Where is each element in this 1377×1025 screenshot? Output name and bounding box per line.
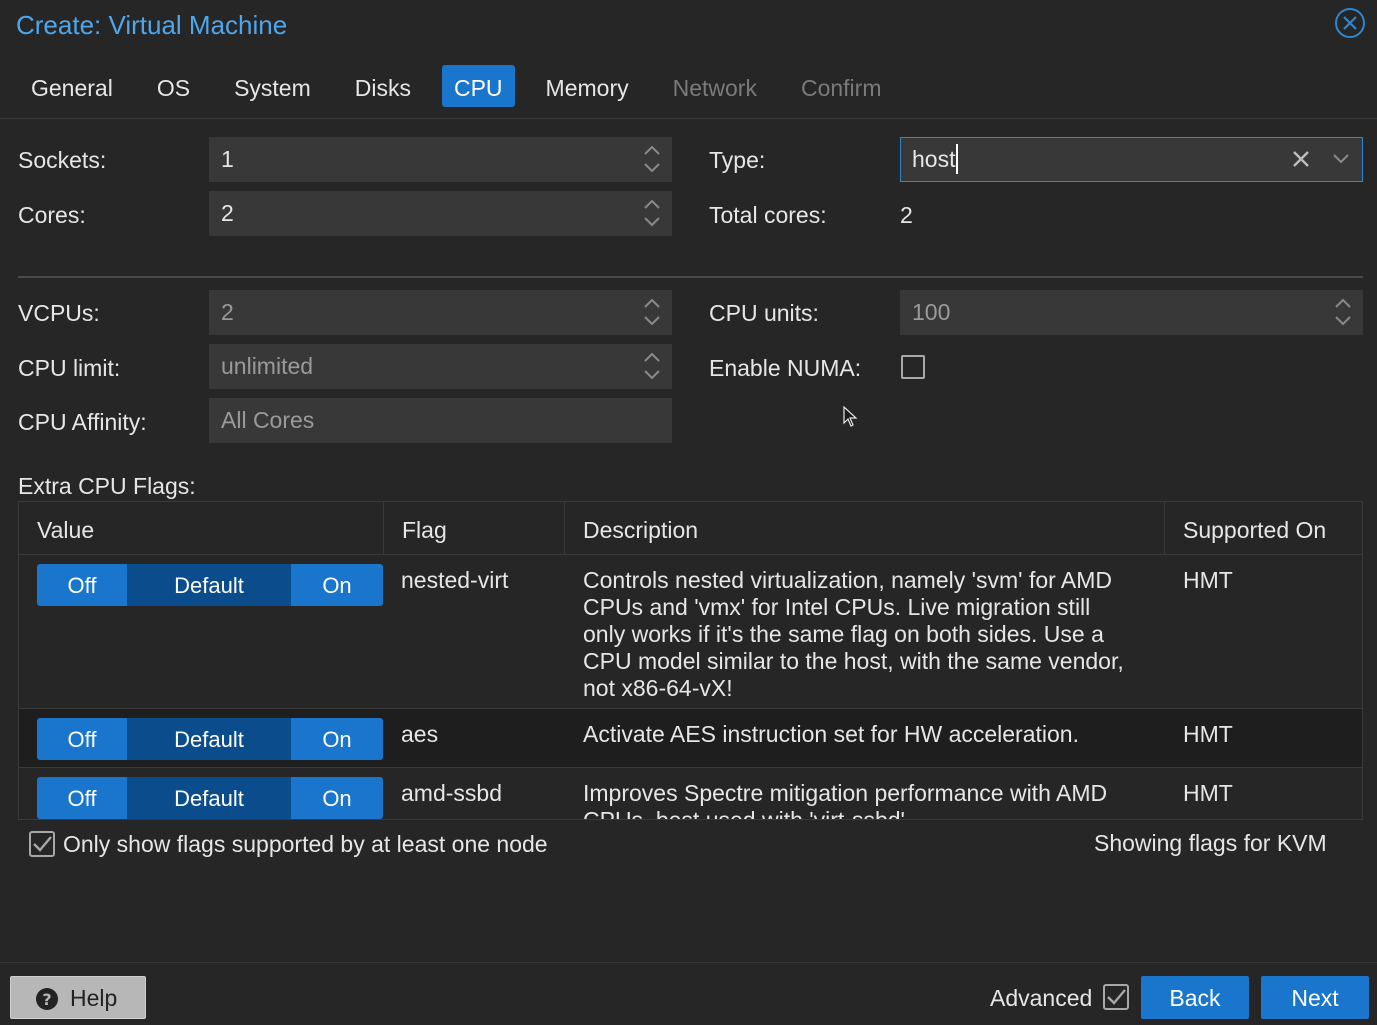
description-line: Activate AES instruction set for HW acce…	[583, 721, 1079, 747]
affinity-label: CPU Affinity:	[18, 409, 147, 435]
next-button[interactable]: Next	[1261, 976, 1369, 1019]
column-header-supported-on[interactable]: Supported On	[1164, 502, 1362, 555]
tab-network: Network	[672, 75, 757, 101]
toggle-off-button[interactable]: Off	[37, 718, 127, 760]
flag-name: aes	[401, 721, 439, 747]
spinner-icon[interactable]	[642, 349, 662, 383]
spinner-icon[interactable]	[642, 196, 662, 230]
dialog-title: Create: Virtual Machine	[16, 10, 288, 40]
text-caret	[956, 143, 959, 174]
cpu-flags-grid: Value Flag Description Supported On Off …	[18, 501, 1363, 820]
extra-flags-label: Extra CPU Flags:	[18, 473, 196, 499]
vcpus-input[interactable]: 2	[209, 290, 672, 335]
cpu-units-label: CPU units:	[709, 300, 819, 326]
flag-supported-on: HMT	[1183, 567, 1233, 593]
description-line: only works if it's the same flag on both…	[583, 621, 1104, 647]
flag-name: amd-ssbd	[401, 780, 502, 806]
tab-memory[interactable]: Memory	[533, 65, 642, 107]
question-circle-icon: ?	[36, 988, 58, 1010]
cpu-limit-input[interactable]: unlimited	[209, 344, 672, 389]
tab-bar: General OS System Disks CPU Memory Netwo…	[18, 65, 912, 107]
clear-icon[interactable]	[1291, 149, 1311, 169]
tab-system[interactable]: System	[221, 65, 324, 107]
total-cores-value: 2	[900, 202, 913, 228]
tab-disks[interactable]: Disks	[342, 65, 424, 107]
mouse-cursor-icon	[843, 406, 858, 427]
sockets-label: Sockets:	[18, 147, 107, 173]
flag-name: nested-virt	[401, 567, 509, 593]
affinity-input[interactable]: All Cores	[209, 398, 672, 443]
cores-value: 2	[221, 200, 234, 226]
flag-description: Controls nested virtualization, namely '…	[583, 567, 1163, 702]
help-button[interactable]: ? Help	[10, 976, 146, 1019]
toggle-on-button[interactable]: On	[291, 718, 383, 760]
advanced-checkbox[interactable]	[1103, 984, 1129, 1010]
description-line: Improves Spectre mitigation performance …	[583, 780, 1108, 806]
vcpus-value: 2	[221, 299, 234, 325]
spinner-icon[interactable]	[642, 142, 662, 176]
description-line: Controls nested virtualization, namely '…	[583, 567, 1113, 593]
only-supported-checkbox[interactable]	[29, 831, 55, 857]
flag-value-toggle: Off Default On	[37, 777, 383, 819]
only-supported-label[interactable]: Only show flags supported by at least on…	[63, 831, 548, 858]
toggle-on-button[interactable]: On	[291, 564, 383, 606]
grid-header: Value Flag Description Supported On	[19, 502, 1362, 555]
toggle-default-button[interactable]: Default	[127, 564, 291, 606]
description-line: CPU model similar to the host, with the …	[583, 648, 1124, 674]
vcpus-label: VCPUs:	[18, 300, 100, 326]
tab-cpu[interactable]: CPU	[441, 65, 515, 107]
sockets-value: 1	[221, 146, 234, 172]
cpu-limit-value: unlimited	[221, 353, 314, 379]
chevron-down-icon[interactable]	[1332, 153, 1350, 165]
tab-os[interactable]: OS	[144, 65, 203, 107]
toggle-off-button[interactable]: Off	[37, 777, 127, 819]
tab-divider	[0, 118, 1377, 119]
tab-confirm: Confirm	[800, 75, 882, 101]
cpu-type-combobox[interactable]: host	[900, 137, 1363, 182]
column-header-description[interactable]: Description	[564, 502, 1164, 555]
back-button[interactable]: Back	[1141, 976, 1249, 1019]
flag-description: Improves Spectre mitigation performance …	[583, 780, 1163, 820]
toggle-off-button[interactable]: Off	[37, 564, 127, 606]
column-header-flag[interactable]: Flag	[383, 502, 564, 555]
flag-supported-on: HMT	[1183, 780, 1233, 806]
column-header-value[interactable]: Value	[19, 502, 383, 555]
cpu-limit-label: CPU limit:	[18, 355, 121, 381]
help-label: Help	[70, 985, 118, 1011]
close-icon	[1343, 16, 1357, 30]
flag-value-toggle: Off Default On	[37, 564, 383, 606]
cpu-type-value: host	[912, 146, 956, 172]
toggle-default-button[interactable]: Default	[127, 777, 291, 819]
flag-value-toggle: Off Default On	[37, 718, 383, 760]
cpu-units-value: 100	[912, 299, 951, 325]
table-row: Off Default On nested-virt Controls nest…	[19, 555, 1362, 709]
cores-input[interactable]: 2	[209, 191, 672, 236]
cpu-units-input[interactable]: 100	[900, 290, 1363, 335]
flag-description: Activate AES instruction set for HW acce…	[583, 721, 1163, 748]
total-cores-label: Total cores:	[709, 202, 827, 228]
tab-general[interactable]: General	[18, 65, 126, 107]
affinity-placeholder: All Cores	[221, 407, 315, 433]
close-button[interactable]	[1335, 8, 1365, 38]
sockets-input[interactable]: 1	[209, 137, 672, 182]
cores-label: Cores:	[18, 202, 86, 228]
spinner-icon[interactable]	[642, 295, 662, 329]
description-line: CPUs and 'vmx' for Intel CPUs. Live migr…	[583, 594, 1091, 620]
advanced-label[interactable]: Advanced	[990, 985, 1092, 1012]
table-row: Off Default On amd-ssbd Improves Spectre…	[19, 768, 1362, 820]
flag-supported-on: HMT	[1183, 721, 1233, 747]
toggle-default-button[interactable]: Default	[127, 718, 291, 760]
numa-label: Enable NUMA:	[709, 355, 862, 381]
numa-checkbox[interactable]	[901, 355, 925, 379]
svg-text:?: ?	[42, 990, 51, 1009]
spinner-icon[interactable]	[1333, 295, 1353, 329]
footer-divider	[0, 962, 1377, 963]
showing-flags-status: Showing flags for KVM	[1094, 830, 1327, 856]
type-label: Type:	[709, 147, 766, 173]
table-row: Off Default On aes Activate AES instruct…	[19, 709, 1362, 768]
description-line: not x86-64-vX!	[583, 675, 733, 701]
toggle-on-button[interactable]: On	[291, 777, 383, 819]
section-divider	[18, 276, 1363, 278]
description-line: CPUs, best used with 'virt-ssbd'	[583, 807, 905, 820]
